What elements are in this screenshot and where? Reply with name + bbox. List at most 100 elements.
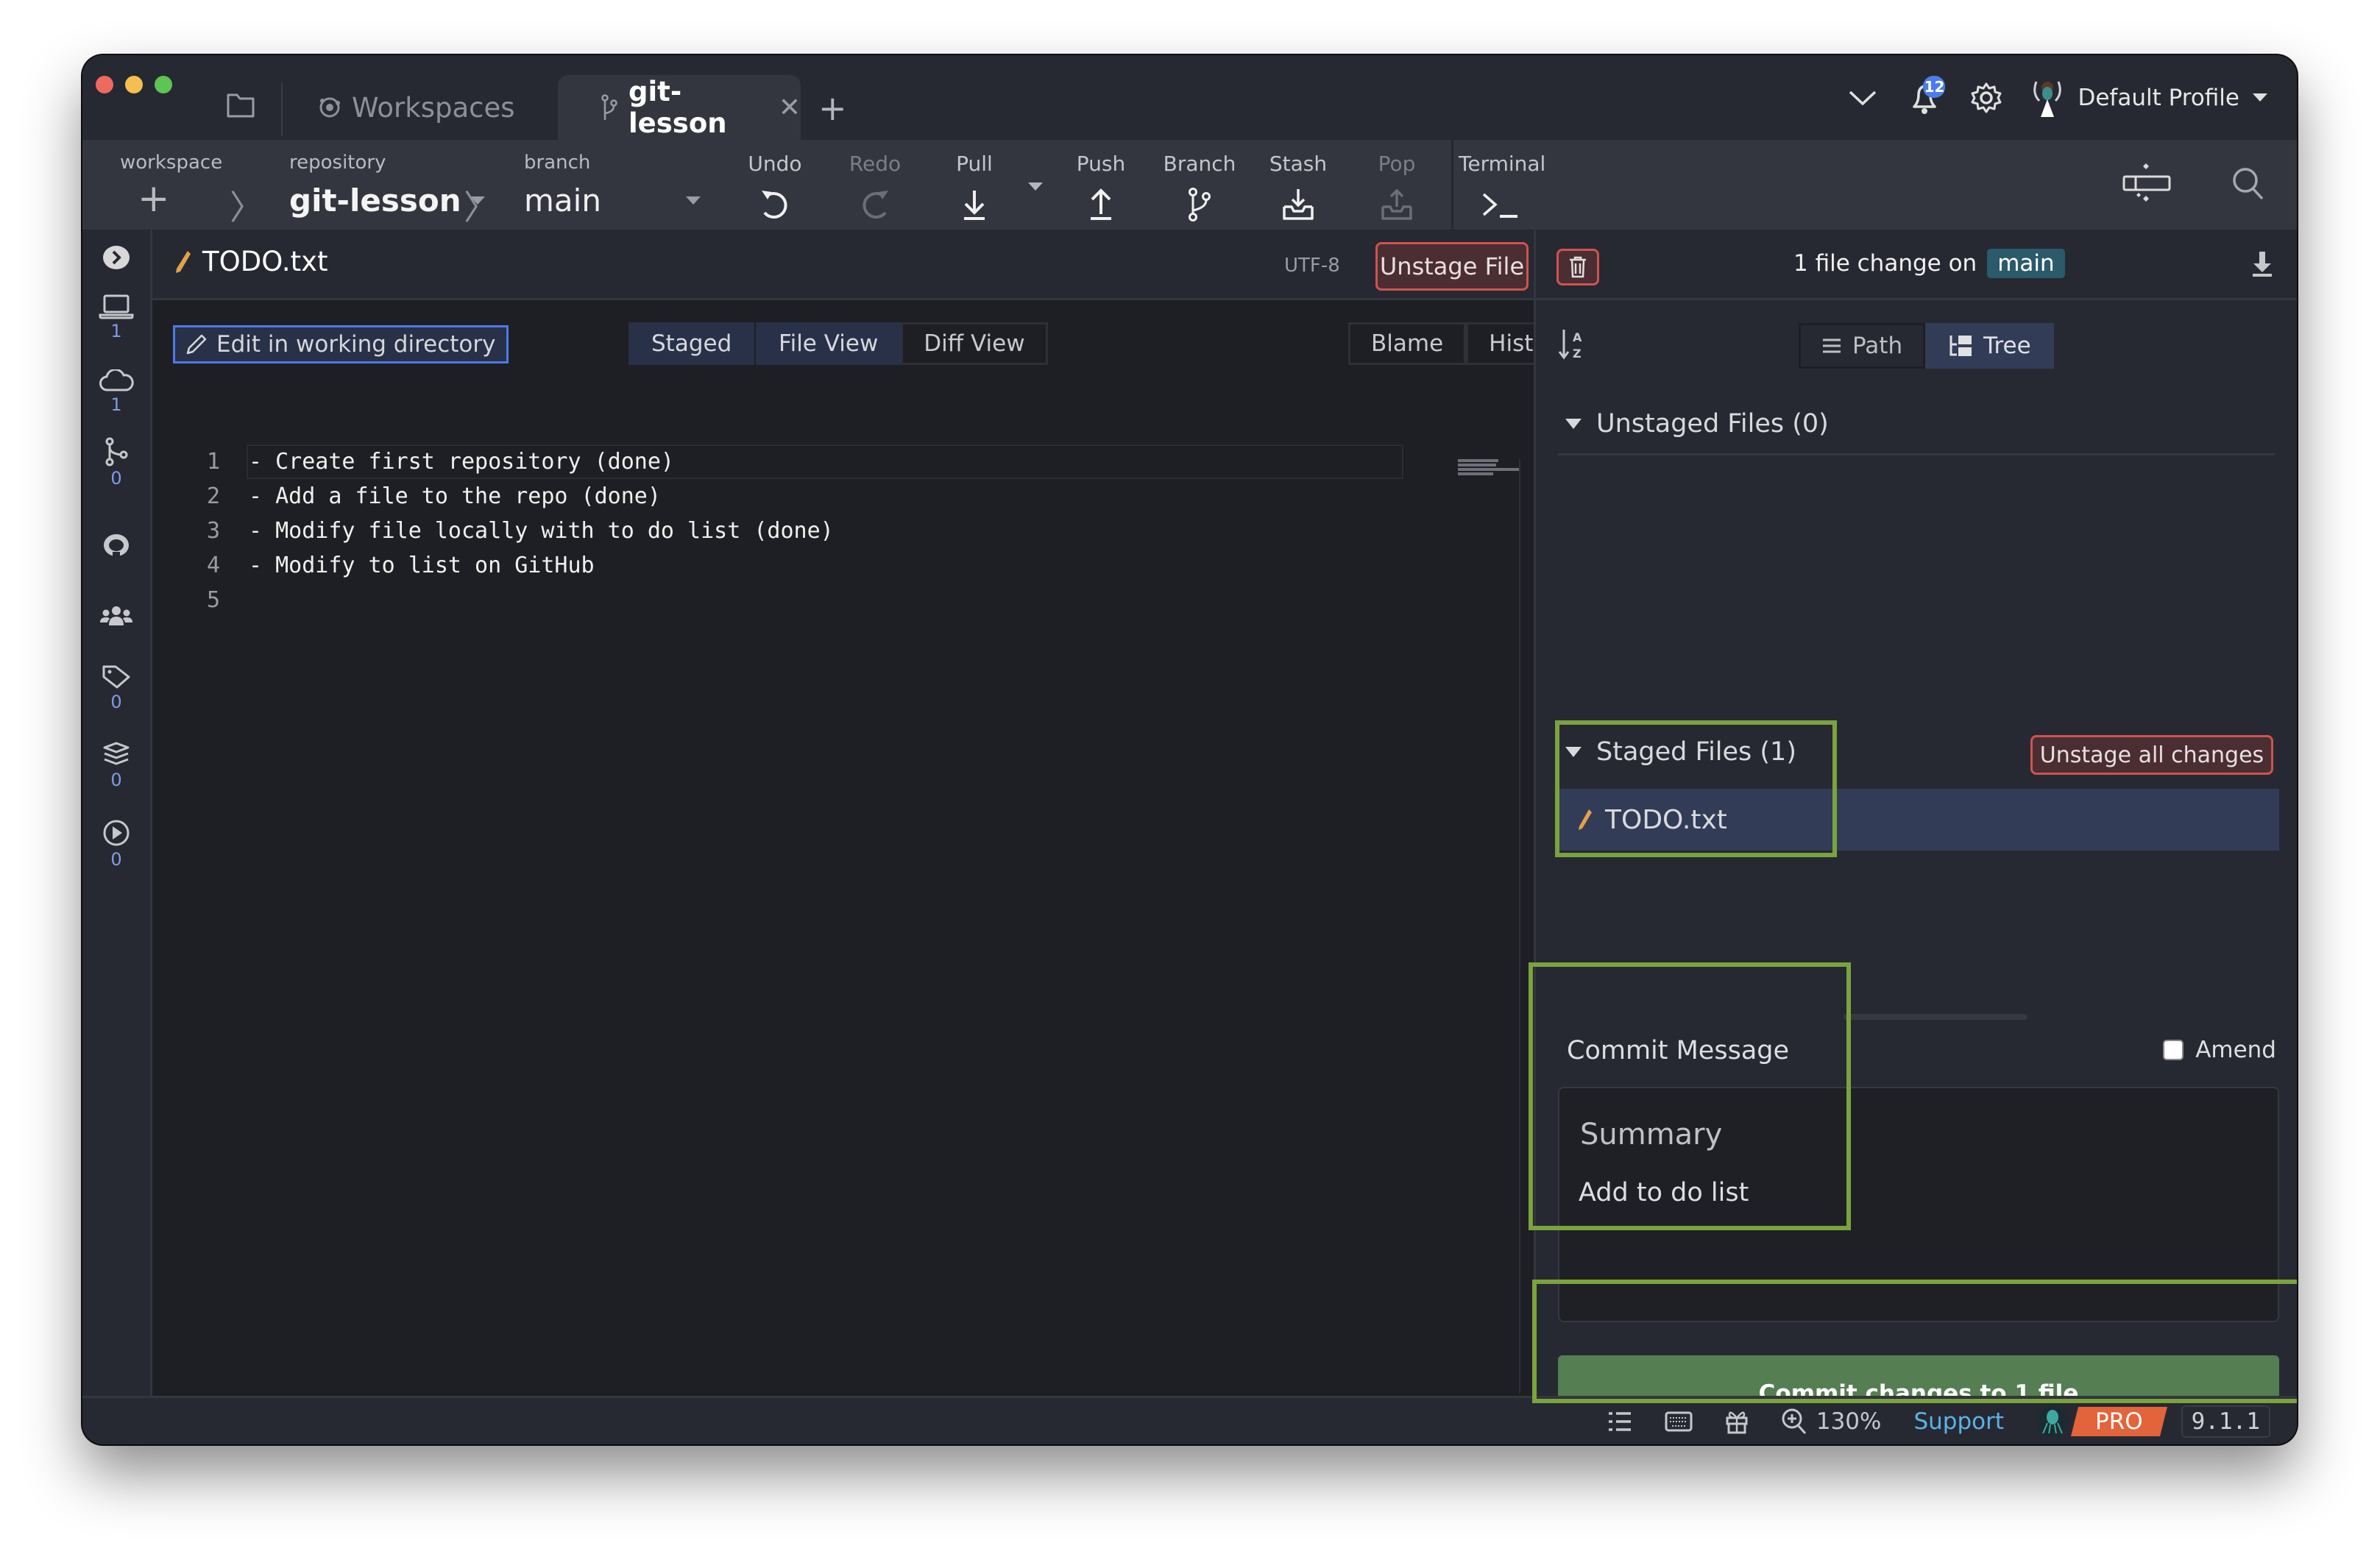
commit-panel-header: 1 file change on main	[1536, 230, 2297, 300]
trash-icon	[1568, 255, 1587, 279]
amend-checkbox[interactable]: Amend	[2163, 1037, 2276, 1063]
commit-panel: 1 file change on main AZ Path Tree Unsta…	[1534, 230, 2297, 1432]
terminal-icon	[1459, 185, 1522, 224]
editor-scrollbar[interactable]	[1519, 459, 1534, 1394]
description-input[interactable]: Add to do list	[1579, 1178, 1749, 1207]
path-label: Path	[1852, 333, 1903, 359]
staged-file-item[interactable]: TODO.txt	[1558, 789, 2279, 851]
repository-selector[interactable]: repository git-lesson	[289, 152, 485, 219]
chevron-down-icon[interactable]	[1841, 76, 1885, 120]
support-link[interactable]: Support	[1913, 1408, 2004, 1435]
zoom-level[interactable]: 130%	[1781, 1408, 1881, 1436]
tab-workspaces[interactable]: Workspaces	[318, 75, 515, 140]
terminal-button[interactable]: Terminal	[1459, 152, 1562, 224]
summary-input[interactable]: Summary	[1580, 1118, 1722, 1152]
triangle-down-icon	[1565, 747, 1582, 757]
sidebar-item-pull-requests[interactable]: 0	[82, 437, 150, 489]
line-number: 5	[206, 587, 220, 613]
unstage-file-button[interactable]: Unstage File	[1375, 242, 1529, 291]
keyboard-icon[interactable]	[1665, 1411, 1693, 1432]
settings-button[interactable]	[1964, 76, 2008, 120]
staged-files-header[interactable]: Staged Files (1)	[1565, 737, 1796, 767]
path-view-button[interactable]: Path	[1799, 323, 1926, 369]
view-mode-toggle: File View Diff View	[756, 322, 1048, 365]
stash-icon	[1281, 185, 1315, 224]
sidebar-item-teams[interactable]	[82, 605, 150, 627]
toolbar-divider	[1451, 140, 1453, 230]
layout-toggle-icon[interactable]	[2121, 162, 2172, 209]
pro-badge[interactable]: PRO	[2071, 1407, 2167, 1436]
window-controls	[96, 76, 172, 93]
sidebar-item-local[interactable]: 1	[82, 293, 150, 341]
encoding-label[interactable]: UTF-8	[1284, 255, 1340, 277]
tree-view-button[interactable]: Tree	[1925, 323, 2054, 369]
folder-icon[interactable]	[226, 92, 255, 121]
file-view-button[interactable]: File View	[756, 322, 902, 365]
close-tab-icon[interactable]: ✕	[779, 93, 801, 123]
code-view[interactable]: 1 - Create first repository (done) 2 - A…	[152, 444, 1536, 617]
undo-icon	[759, 185, 791, 224]
section-divider	[1558, 453, 2275, 455]
download-icon[interactable]	[2250, 250, 2275, 278]
discard-changes-button[interactable]	[1556, 249, 1599, 285]
pencil-icon	[185, 333, 208, 355]
sidebar-item-remote[interactable]: 1	[82, 369, 150, 415]
pull-button[interactable]: Pull	[934, 152, 1015, 224]
sort-az-icon[interactable]: AZ	[1558, 328, 1587, 361]
push-button[interactable]: Push	[1060, 152, 1141, 224]
pencil-modified-icon	[1577, 808, 1593, 831]
close-window-button[interactable]	[96, 76, 113, 93]
unstaged-files-header[interactable]: Unstaged Files (0)	[1565, 409, 1829, 439]
gift-icon[interactable]	[1725, 1409, 1749, 1434]
edit-wd-label: Edit in working directory	[216, 331, 496, 358]
amend-checkbox-box[interactable]	[2163, 1040, 2184, 1060]
profile-menu[interactable]: Default Profile	[2030, 77, 2267, 118]
list-icon	[1821, 337, 1842, 355]
staged-button[interactable]: Staged	[628, 322, 755, 365]
branch-name: main	[524, 182, 601, 219]
local-count: 1	[110, 321, 122, 341]
add-tab-button[interactable]: +	[818, 88, 847, 128]
workspace-selector[interactable]: workspace +	[120, 152, 222, 221]
sidebar-item-actions[interactable]: 0	[82, 818, 150, 870]
sidebar-item-github[interactable]	[82, 531, 150, 559]
branch-selector[interactable]: branch main	[524, 152, 701, 219]
line-text: - Add a file to the repo (done)	[249, 483, 661, 509]
search-icon[interactable]	[2231, 166, 2265, 202]
line-number: 3	[206, 518, 220, 544]
git-branch-icon	[601, 94, 618, 121]
branch-button[interactable]: Branch	[1159, 152, 1240, 224]
sidebar-item-stashes[interactable]: 0	[82, 742, 150, 790]
code-line: 1 - Create first repository (done)	[152, 444, 1536, 479]
tree-icon	[1948, 334, 1973, 358]
pop-button[interactable]: Pop	[1356, 152, 1437, 224]
tag-icon	[102, 664, 131, 690]
play-circle-icon	[102, 818, 131, 848]
redo-button[interactable]: Redo	[835, 152, 915, 224]
blame-button[interactable]: Blame	[1348, 322, 1467, 365]
diff-view-button[interactable]: Diff View	[901, 322, 1048, 365]
notifications-button[interactable]: 12	[1902, 75, 1947, 120]
sidebar-item-toggle[interactable]	[82, 244, 150, 271]
remote-count: 1	[110, 394, 122, 415]
pull-options-caret-icon[interactable]	[1028, 182, 1043, 191]
sidebar-item-tags[interactable]: 0	[82, 664, 150, 712]
minimap[interactable]	[1458, 459, 1524, 477]
file-change-summary: 1 file change on main	[1793, 249, 2065, 278]
edit-in-working-directory-button[interactable]: Edit in working directory	[173, 325, 509, 363]
stashes-count: 0	[110, 770, 122, 790]
panel-resize-handle[interactable]	[1844, 1014, 2027, 1020]
add-workspace-icon[interactable]: +	[120, 177, 222, 221]
svg-text:A: A	[1573, 330, 1582, 344]
unstage-all-button[interactable]: Unstage all changes	[2030, 735, 2273, 775]
activity-log-icon[interactable]	[1607, 1411, 1632, 1433]
branch-label: branch	[524, 152, 591, 174]
profile-name: Default Profile	[2078, 84, 2239, 111]
stash-button[interactable]: Stash	[1258, 152, 1339, 224]
tab-git-lesson[interactable]: git-lesson ✕	[558, 75, 801, 140]
unstaged-files-label: Unstaged Files (0)	[1596, 409, 1829, 439]
pull-icon	[960, 185, 989, 224]
zoom-window-button[interactable]	[155, 76, 172, 93]
undo-button[interactable]: Undo	[734, 152, 815, 224]
minimize-window-button[interactable]	[125, 76, 143, 93]
